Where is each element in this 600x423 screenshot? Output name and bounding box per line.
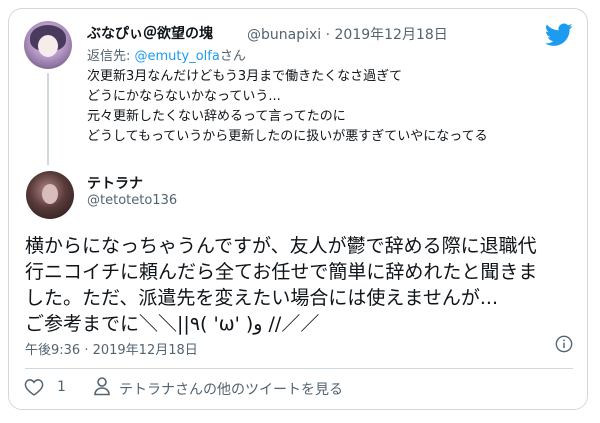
- like-count[interactable]: 1: [57, 379, 66, 395]
- reply-handle-date[interactable]: @bunapixi · 2019年12月18日: [247, 24, 448, 44]
- thread-connector-line: [47, 73, 49, 165]
- main-text-line: ご参考までに＼＼||٩( 'ω' )و //／／: [25, 313, 320, 335]
- reply-mention-link[interactable]: @emuty_olfa: [135, 49, 220, 64]
- replying-to: 返信先: @emuty_olfaさん: [87, 45, 246, 64]
- reply-author-name[interactable]: ぶなぴぃ＠欲望の塊: [87, 23, 213, 43]
- main-author-name[interactable]: テトラナ: [87, 173, 143, 193]
- reply-tweet-text: 次更新3月なんだけどもう3月まで働きたくなさ過ぎて どうにかならないかなっていう…: [87, 67, 488, 147]
- tweet-embed-card: ぶなぴぃ＠欲望の塊 @bunapixi · 2019年12月18日 返信先: @…: [8, 8, 588, 410]
- main-text-line: 行ニコイチに頼んだら全てお任せで簡単に辞めれたと聞きま: [25, 261, 538, 283]
- info-icon[interactable]: [555, 335, 573, 353]
- avatar[interactable]: [24, 21, 72, 69]
- more-tweets-link[interactable]: テトラナさんの他のツイートを見る: [119, 379, 343, 399]
- heart-icon[interactable]: [24, 377, 44, 397]
- reply-to-prefix: 返信先:: [87, 49, 135, 64]
- reply-text-line: 元々更新したくない辞めるって言ってたのに: [87, 109, 346, 124]
- avatar[interactable]: [26, 171, 74, 219]
- reply-text-line: どうにかならないかなっていう...: [87, 89, 281, 104]
- reply-to-suffix: さん: [219, 49, 246, 64]
- main-author-handle[interactable]: @tetoteto136: [87, 193, 177, 208]
- divider: [25, 368, 573, 369]
- main-tweet-text: 横からになっちゃうんですが、友人が鬱で辞める際に退職代 行ニコイチに頼んだら全て…: [25, 233, 537, 337]
- reply-text-line: どうしてもっていうから更新したのに扱いが悪すぎていやになってる: [87, 129, 488, 144]
- tweet-timestamp[interactable]: 午後9:36 · 2019年12月18日: [25, 339, 198, 358]
- main-text-line: 横からになっちゃうんですが、友人が鬱で辞める際に退職代: [25, 235, 537, 257]
- twitter-bird-icon[interactable]: [545, 23, 573, 47]
- person-icon[interactable]: [93, 376, 111, 396]
- reply-text-line: 次更新3月なんだけどもう3月まで働きたくなさ過ぎて: [87, 69, 403, 84]
- main-text-line: した。ただ、派遣先を変えたい場合には使えませんが...: [25, 287, 498, 309]
